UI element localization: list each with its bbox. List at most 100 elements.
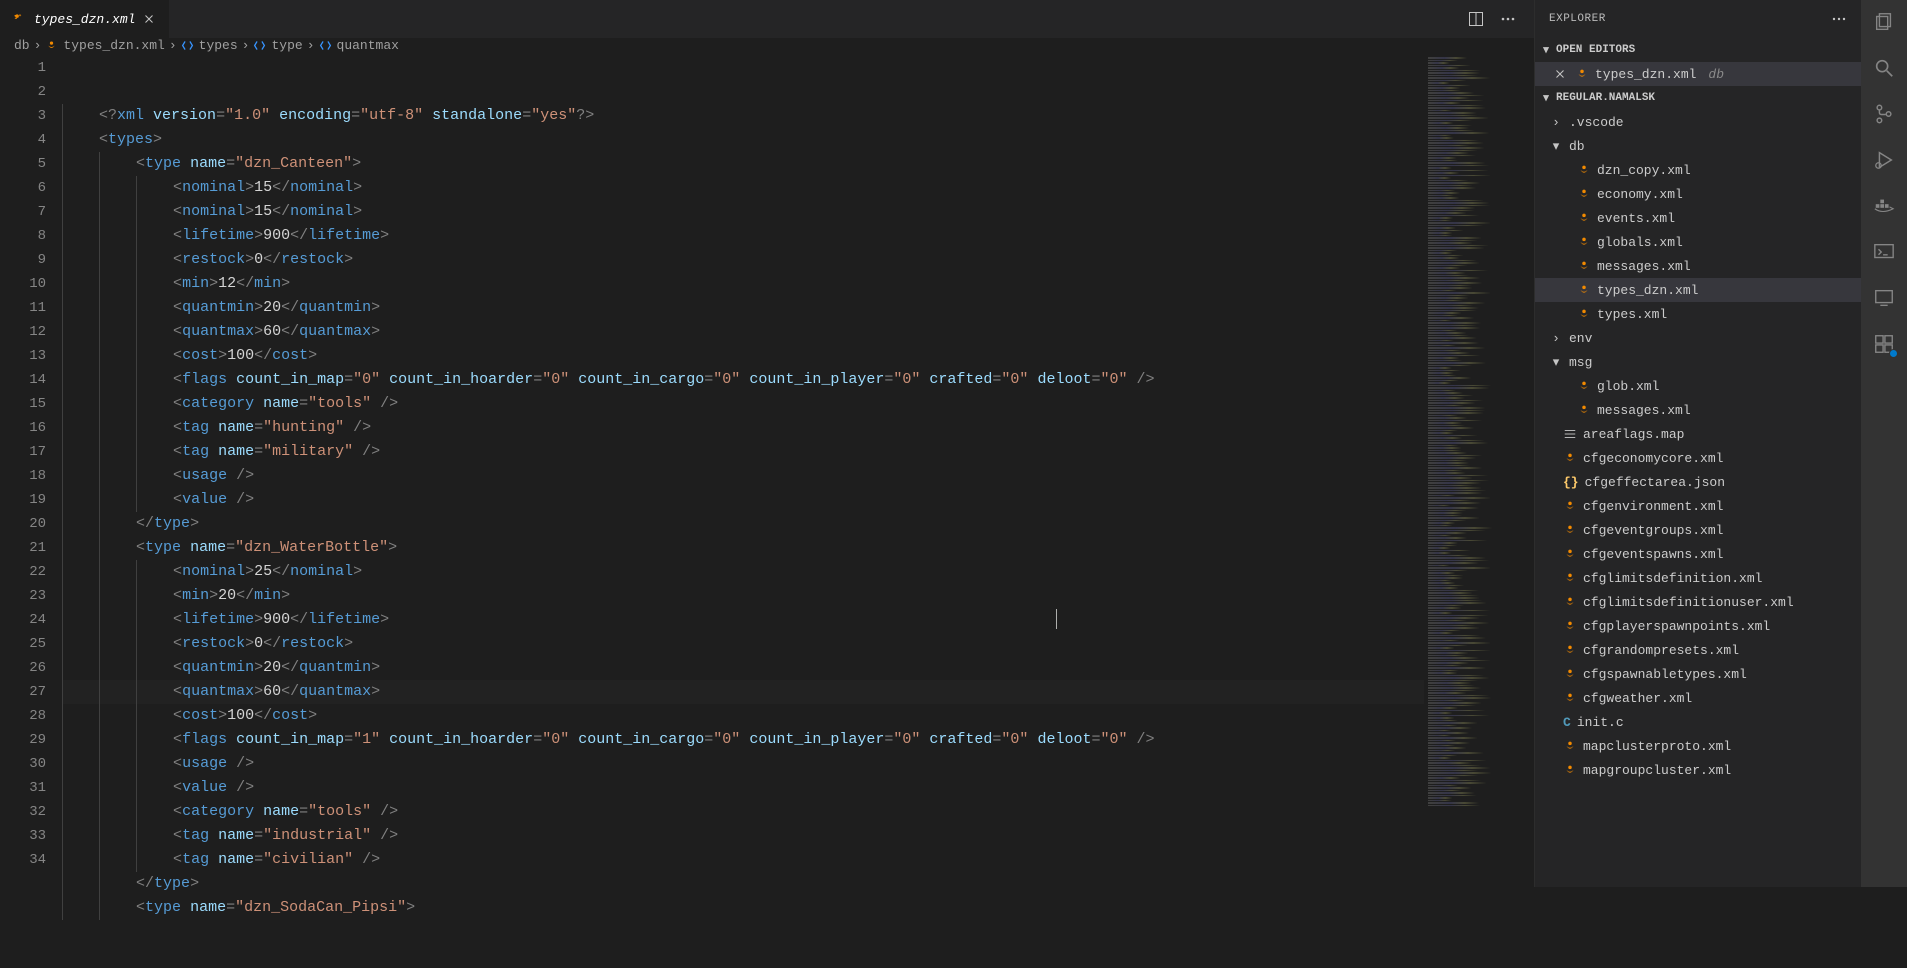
folder-item[interactable]: ▾db (1535, 134, 1861, 158)
xml-file-icon (45, 39, 58, 52)
code-line[interactable]: <usage /> (62, 464, 1424, 488)
file-item[interactable]: cfgenvironment.xml (1535, 494, 1861, 518)
copy-icon[interactable] (1870, 8, 1898, 36)
code-line[interactable]: <value /> (62, 488, 1424, 512)
line-number: 34 (0, 848, 46, 872)
code-line[interactable]: <quantmin>20</quantmin> (62, 296, 1424, 320)
docker-icon[interactable] (1870, 192, 1898, 220)
folder-item[interactable]: ›env (1535, 326, 1861, 350)
file-item[interactable]: {}cfgeffectarea.json (1535, 470, 1861, 494)
tab-types-dzn[interactable]: types_dzn.xml (0, 0, 169, 38)
code-line[interactable]: <types> (62, 128, 1424, 152)
breadcrumb-item[interactable]: types_dzn.xml (45, 38, 164, 53)
file-label: types_dzn.xml (1597, 283, 1698, 298)
file-item[interactable]: cfgeconomycore.xml (1535, 446, 1861, 470)
code-line[interactable]: <nominal>25</nominal> (62, 560, 1424, 584)
code-line[interactable]: <min>12</min> (62, 272, 1424, 296)
line-number: 11 (0, 296, 46, 320)
file-item[interactable]: mapgroupcluster.xml (1535, 758, 1861, 782)
code-line[interactable]: <restock>0</restock> (62, 632, 1424, 656)
file-item[interactable]: types.xml (1535, 302, 1861, 326)
workspace-section[interactable]: ▾ REGULAR.NAMALSK (1535, 86, 1861, 110)
file-item[interactable]: messages.xml (1535, 254, 1861, 278)
file-item[interactable]: mapclusterproto.xml (1535, 734, 1861, 758)
code-line[interactable]: <tag name="military" /> (62, 440, 1424, 464)
file-item[interactable]: dzn_copy.xml (1535, 158, 1861, 182)
file-item[interactable]: cfgweather.xml (1535, 686, 1861, 710)
code-line[interactable]: <type name="dzn_SodaCan_Pipsi"> (62, 896, 1424, 920)
file-item[interactable]: messages.xml (1535, 398, 1861, 422)
code-line[interactable]: <cost>100</cost> (62, 344, 1424, 368)
code-line[interactable]: <restock>0</restock> (62, 248, 1424, 272)
minimap[interactable] (1424, 53, 1534, 968)
file-item[interactable]: types_dzn.xml (1535, 278, 1861, 302)
split-editor-icon[interactable] (1468, 11, 1484, 27)
file-item[interactable]: cfglimitsdefinition.xml (1535, 566, 1861, 590)
file-item[interactable]: events.xml (1535, 206, 1861, 230)
code-line[interactable]: <type name="dzn_WaterBottle"> (62, 536, 1424, 560)
code-line[interactable]: <flags count_in_map="1" count_in_hoarder… (62, 728, 1424, 752)
code-line[interactable]: </type> (62, 512, 1424, 536)
code-line[interactable]: <tag name="hunting" /> (62, 416, 1424, 440)
search-icon[interactable] (1870, 54, 1898, 82)
breadcrumb-item[interactable]: types (181, 38, 238, 53)
file-item[interactable]: cfgplayerspawnpoints.xml (1535, 614, 1861, 638)
folder-label: msg (1569, 355, 1592, 370)
close-icon[interactable] (1553, 67, 1569, 81)
more-actions-icon[interactable] (1500, 11, 1516, 27)
folder-item[interactable]: ▾msg (1535, 350, 1861, 374)
line-number: 1 (0, 56, 46, 80)
open-editors-section[interactable]: ▾ OPEN EDITORS (1535, 38, 1861, 62)
folder-item[interactable]: ›.vscode (1535, 110, 1861, 134)
source-control-icon[interactable] (1870, 100, 1898, 128)
open-editor-item[interactable]: types_dzn.xml db (1535, 62, 1861, 86)
remote-window-icon[interactable] (1870, 284, 1898, 312)
code-line[interactable]: <quantmax>60</quantmax> (62, 680, 1424, 704)
code-line[interactable]: <lifetime>900</lifetime> (62, 224, 1424, 248)
code-line[interactable]: <quantmax>60</quantmax> (62, 320, 1424, 344)
folder-label: env (1569, 331, 1592, 346)
file-item[interactable]: economy.xml (1535, 182, 1861, 206)
file-item[interactable]: cfgspawnabletypes.xml (1535, 662, 1861, 686)
file-item[interactable]: cfglimitsdefinitionuser.xml (1535, 590, 1861, 614)
code-line[interactable]: </type> (62, 872, 1424, 896)
code-line[interactable]: <type name="dzn_Canteen"> (62, 152, 1424, 176)
code-line[interactable]: <category name="tools" /> (62, 392, 1424, 416)
code-editor[interactable]: <?xml version="1.0" encoding="utf-8" sta… (62, 53, 1424, 968)
breadcrumb-item[interactable]: type (253, 38, 302, 53)
close-icon[interactable] (141, 11, 157, 27)
file-item[interactable]: cfgrandompresets.xml (1535, 638, 1861, 662)
file-item[interactable]: areaflags.map (1535, 422, 1861, 446)
breadcrumb[interactable]: db›types_dzn.xml›types›type›quantmax (0, 38, 1534, 53)
debug-icon[interactable] (1870, 146, 1898, 174)
code-line[interactable]: <cost>100</cost> (62, 704, 1424, 728)
breadcrumb-item[interactable]: quantmax (319, 38, 399, 53)
code-line[interactable]: <nominal>15</nominal> (62, 176, 1424, 200)
file-item[interactable]: glob.xml (1535, 374, 1861, 398)
breadcrumb-item[interactable]: db (14, 38, 30, 53)
xml-file-icon (1577, 379, 1591, 393)
code-line[interactable]: <?xml version="1.0" encoding="utf-8" sta… (62, 104, 1424, 128)
code-line[interactable]: <tag name="civilian" /> (62, 848, 1424, 872)
remote-terminal-icon[interactable] (1870, 238, 1898, 266)
extensions-icon[interactable] (1870, 330, 1898, 358)
code-line[interactable]: <value /> (62, 776, 1424, 800)
explorer-more-icon[interactable] (1831, 11, 1847, 27)
code-line[interactable]: <category name="tools" /> (62, 800, 1424, 824)
breadcrumb-label: types (199, 38, 238, 53)
code-line[interactable]: <quantmin>20</quantmin> (62, 656, 1424, 680)
xml-file-icon (1577, 283, 1591, 297)
code-line[interactable]: <flags count_in_map="0" count_in_hoarder… (62, 368, 1424, 392)
file-item[interactable]: cfgeventgroups.xml (1535, 518, 1861, 542)
file-item[interactable]: globals.xml (1535, 230, 1861, 254)
code-line[interactable]: <min>20</min> (62, 584, 1424, 608)
map-file-icon (1563, 427, 1577, 441)
file-item[interactable]: Cinit.c (1535, 710, 1861, 734)
open-editor-desc: db (1702, 67, 1724, 82)
code-line[interactable]: <lifetime>900</lifetime> (62, 608, 1424, 632)
file-item[interactable]: cfgeventspawns.xml (1535, 542, 1861, 566)
file-label: cfgeconomycore.xml (1583, 451, 1723, 466)
code-line[interactable]: <nominal>15</nominal> (62, 200, 1424, 224)
code-line[interactable]: <usage /> (62, 752, 1424, 776)
code-line[interactable]: <tag name="industrial" /> (62, 824, 1424, 848)
